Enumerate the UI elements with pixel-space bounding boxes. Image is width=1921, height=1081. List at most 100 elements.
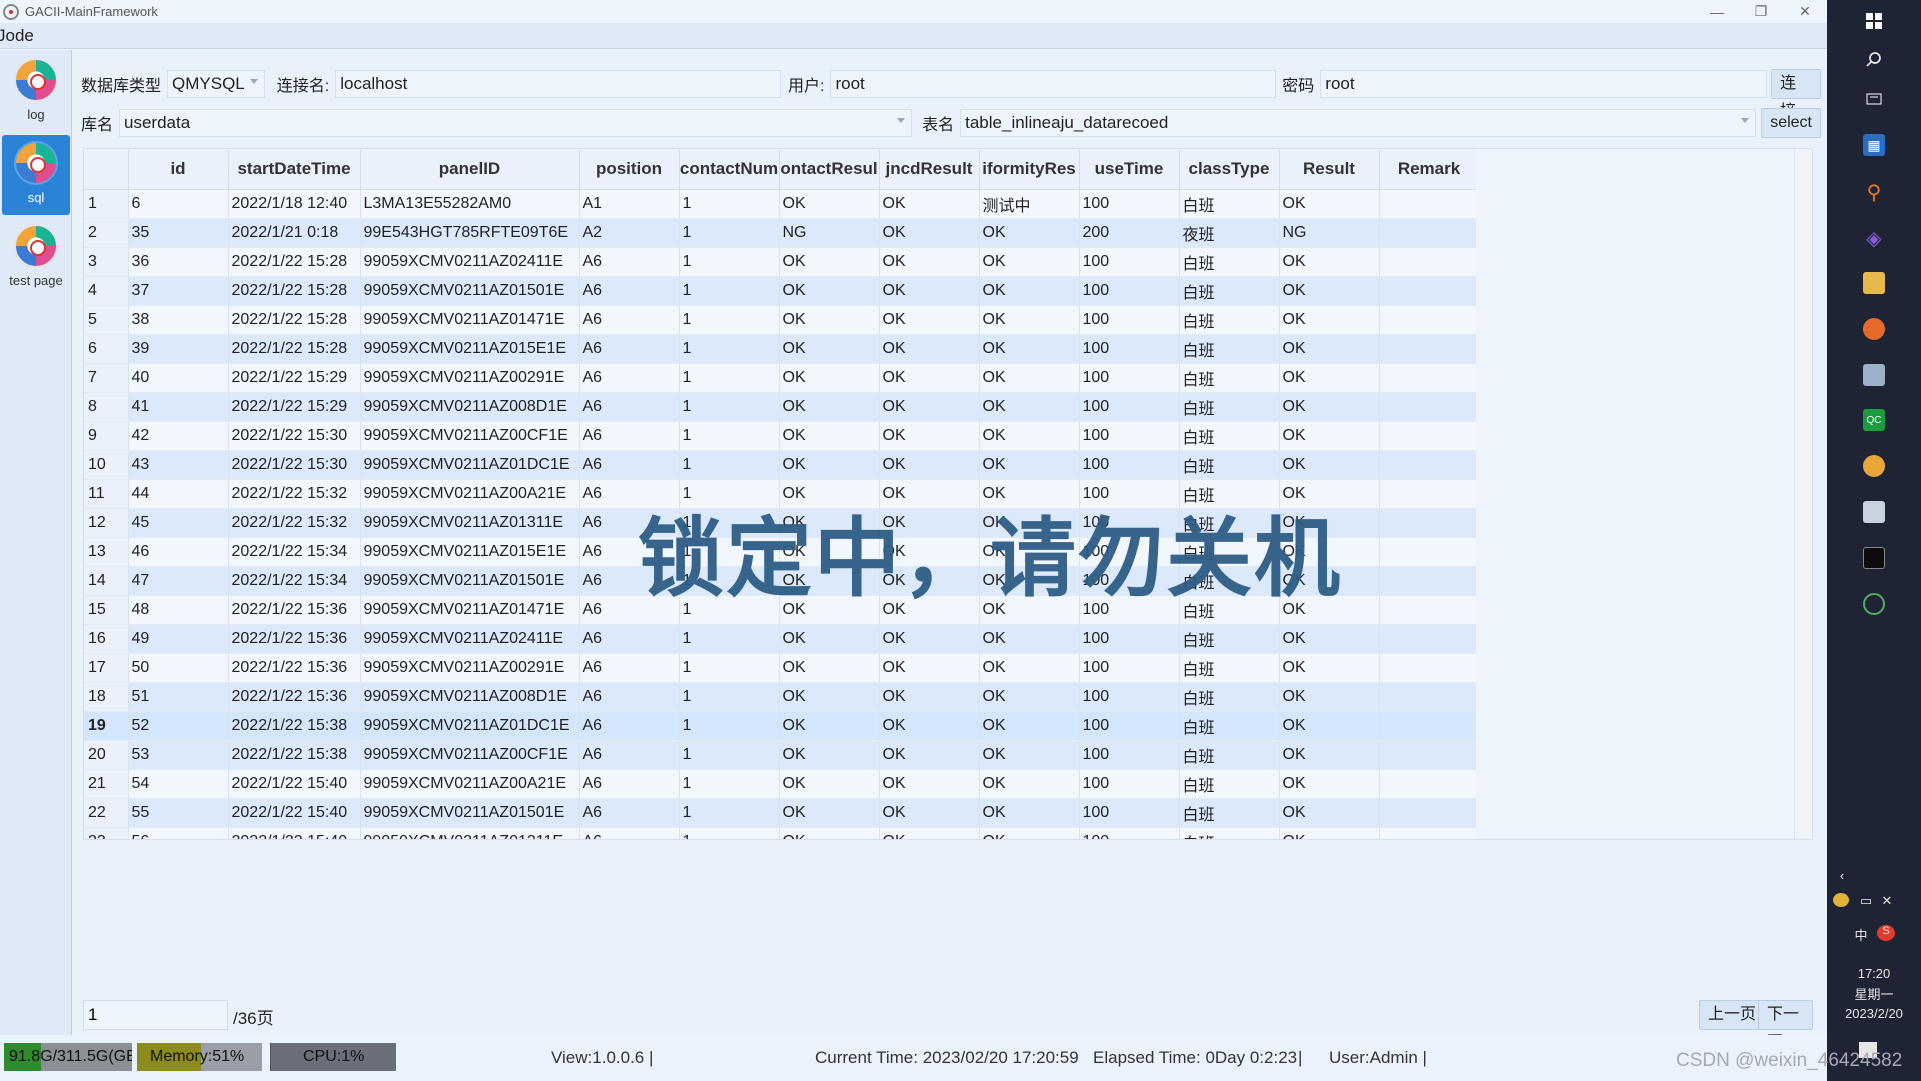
row-number[interactable]: 9 [84,421,129,451]
table-cell[interactable]: A6 [579,798,680,828]
table-cell[interactable]: 1 [679,682,780,712]
row-number[interactable]: 10 [84,450,129,480]
table-cell[interactable]: 2022/1/22 15:28 [228,276,361,306]
table-cell[interactable]: OK [979,624,1080,654]
table-cell[interactable]: 99059XCMV0211AZ01311E [360,827,580,839]
table-cell[interactable]: 白班 [1179,363,1280,393]
table-cell[interactable]: A6 [579,682,680,712]
table-cell[interactable]: 36 [128,247,229,277]
table-cell[interactable] [1379,595,1480,625]
table-cell[interactable]: 2022/1/22 15:40 [228,769,361,799]
table-cell[interactable]: 38 [128,305,229,335]
table-cell[interactable]: 46 [128,537,229,567]
table-cell[interactable]: A1 [579,189,680,219]
table-cell[interactable]: OK [1279,740,1380,770]
row-number[interactable]: 11 [84,479,129,509]
visual-studio-icon[interactable]: ◈ [1863,227,1885,250]
table-cell[interactable]: 2022/1/22 15:36 [228,653,361,683]
table-cell[interactable]: 1 [679,305,780,335]
table-cell[interactable]: 2022/1/22 15:30 [228,450,361,480]
table-cell[interactable]: OK [779,421,880,451]
table-cell[interactable]: 2022/1/22 15:34 [228,537,361,567]
table-cell[interactable]: 55 [128,798,229,828]
column-header[interactable]: startDateTime [228,149,361,190]
table-cell[interactable] [1379,566,1480,596]
table-cell[interactable]: 2022/1/22 15:32 [228,508,361,538]
column-header[interactable]: ontactResul [779,149,880,190]
table-cell[interactable]: A2 [579,218,680,248]
table-cell[interactable]: 99059XCMV0211AZ01471E [360,595,580,625]
table-cell[interactable]: OK [779,827,880,839]
table-cell[interactable]: OK [979,247,1080,277]
table-cell[interactable]: 6 [128,189,229,219]
table-cell[interactable]: OK [979,711,1080,741]
table-cell[interactable]: 37 [128,276,229,306]
column-header[interactable]: Remark [1379,149,1480,190]
table-cell[interactable]: 100 [1079,653,1180,683]
table-cell[interactable]: 48 [128,595,229,625]
corner-cell[interactable] [84,149,129,190]
table-cell[interactable]: 2022/1/22 15:28 [228,334,361,364]
row-number[interactable]: 8 [84,392,129,422]
table-cell[interactable]: 100 [1079,827,1180,839]
document-app-icon[interactable] [1863,501,1885,523]
nav-item-sql[interactable]: sql [2,135,70,215]
row-number[interactable]: 18 [84,682,129,712]
table-cell[interactable] [1379,392,1480,422]
column-header[interactable]: iformityRes [979,149,1080,190]
row-number[interactable]: 1 [84,189,129,219]
terminal-icon[interactable] [1863,547,1885,569]
table-cell[interactable]: 100 [1079,421,1180,451]
table-cell[interactable]: 1 [679,247,780,277]
table-cell[interactable]: 100 [1079,305,1180,335]
calculator-icon[interactable]: ▦ [1863,134,1885,156]
table-cell[interactable]: OK [779,682,880,712]
table-cell[interactable]: OK [1279,450,1380,480]
table-cell[interactable]: OK [779,450,880,480]
firefox-icon[interactable] [1863,318,1885,340]
db-type-select[interactable]: QMYSQL [167,70,265,98]
table-cell[interactable]: 白班 [1179,798,1280,828]
row-number[interactable]: 4 [84,276,129,306]
table-cell[interactable]: 39 [128,334,229,364]
table-cell[interactable]: 49 [128,624,229,654]
search-app-icon[interactable]: ⚲ [1863,181,1885,204]
table-cell[interactable]: 2022/1/18 12:40 [228,189,361,219]
table-cell[interactable]: 白班 [1179,450,1280,480]
table-cell[interactable]: 白班 [1179,653,1280,683]
table-cell[interactable]: OK [779,653,880,683]
table-cell[interactable]: 44 [128,479,229,509]
table-cell[interactable]: 1 [679,189,780,219]
table-cell[interactable]: OK [979,218,1080,248]
table-row[interactable]: 2 35 2022/1/21 0:18 99E543HGT785RFTE09T6E A2… [84,218,1480,248]
table-cell[interactable]: NG [1279,218,1380,248]
table-cell[interactable]: A6 [579,653,680,683]
network-icon[interactable]: ▭ [1858,893,1874,909]
table-cell[interactable]: OK [1279,363,1380,393]
column-header[interactable]: contactNum [679,149,780,190]
table-cell[interactable]: OK [979,421,1080,451]
table-cell[interactable]: OK [879,392,980,422]
remote-desktop-icon[interactable] [1863,364,1885,386]
row-number[interactable]: 14 [84,566,129,596]
table-cell[interactable]: 99059XCMV0211AZ01501E [360,798,580,828]
vertical-scrollbar[interactable] [1794,149,1812,839]
nav-item-test-page[interactable]: test page [2,218,70,298]
table-cell[interactable]: 99059XCMV0211AZ015E1E [360,334,580,364]
table-cell[interactable]: 白班 [1179,769,1280,799]
table-row[interactable]: 16 49 2022/1/22 15:36 99059XCMV0211AZ02411E… [84,624,1480,654]
table-cell[interactable]: 100 [1079,392,1180,422]
row-number[interactable]: 12 [84,508,129,538]
table-cell[interactable]: 1 [679,363,780,393]
table-cell[interactable]: 99059XCMV0211AZ01501E [360,276,580,306]
table-cell[interactable]: OK [979,276,1080,306]
table-cell[interactable]: 99059XCMV0211AZ008D1E [360,682,580,712]
table-cell[interactable]: A6 [579,769,680,799]
table-cell[interactable] [1379,508,1480,538]
table-cell[interactable]: OK [879,827,980,839]
column-header[interactable]: classType [1179,149,1280,190]
table-cell[interactable] [1379,421,1480,451]
table-cell[interactable]: A6 [579,827,680,839]
table-cell[interactable]: 99E543HGT785RFTE09T6E [360,218,580,248]
conn-name-input[interactable]: localhost [335,70,782,98]
